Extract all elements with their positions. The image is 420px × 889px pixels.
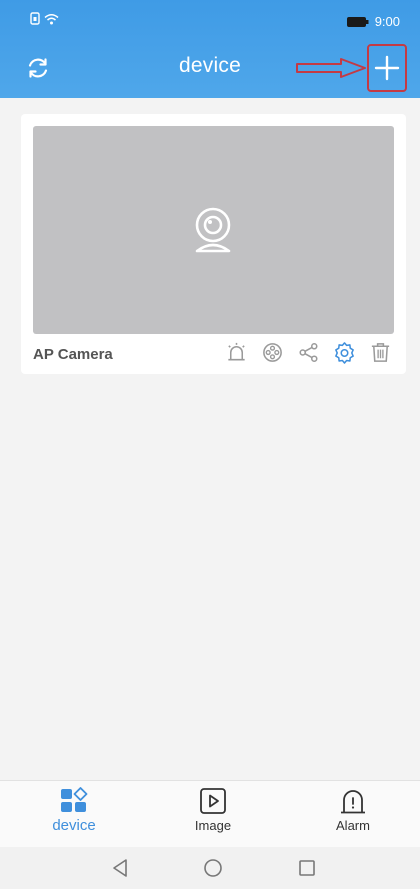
nav-label-image: Image (194, 818, 232, 833)
status-bar: 9:00 (0, 0, 420, 34)
device-name: AP Camera (33, 346, 113, 363)
wifi-icon (44, 13, 59, 24)
device-list: AP Camera (0, 98, 420, 780)
film-reel-icon[interactable] (261, 341, 284, 364)
nav-label-device: device (52, 817, 96, 834)
camera-preview[interactable] (33, 126, 394, 334)
bottom-nav: device Image Alarm (0, 780, 420, 847)
battery-icon (346, 16, 369, 27)
camera-icon (195, 207, 231, 253)
delete-trash-icon[interactable] (369, 341, 392, 364)
status-time: 9:00 (374, 14, 400, 29)
alarm-icon[interactable] (225, 341, 248, 364)
share-icon[interactable] (297, 341, 320, 364)
arrow-annotation-icon (296, 58, 366, 78)
back-triangle-icon[interactable] (109, 857, 131, 879)
recents-square-icon[interactable] (296, 857, 318, 879)
device-grid-icon (61, 787, 88, 812)
nav-tab-device[interactable]: device (34, 787, 114, 834)
nav-tab-alarm[interactable]: Alarm (313, 787, 393, 833)
alarm-bell-icon (341, 790, 365, 814)
sim-icon (30, 12, 40, 25)
nav-label-alarm: Alarm (336, 818, 370, 833)
settings-gear-icon[interactable] (333, 341, 356, 364)
device-card[interactable]: AP Camera (21, 114, 406, 374)
add-device-button[interactable] (367, 44, 407, 92)
plus-icon (374, 55, 400, 81)
nav-tab-image[interactable]: Image (173, 787, 253, 833)
app-header: 9:00 device (0, 0, 420, 98)
title-bar: device (0, 40, 420, 92)
play-box-icon (200, 788, 226, 814)
device-actions (225, 341, 392, 364)
system-nav-bar (0, 847, 420, 889)
home-circle-icon[interactable] (202, 857, 224, 879)
